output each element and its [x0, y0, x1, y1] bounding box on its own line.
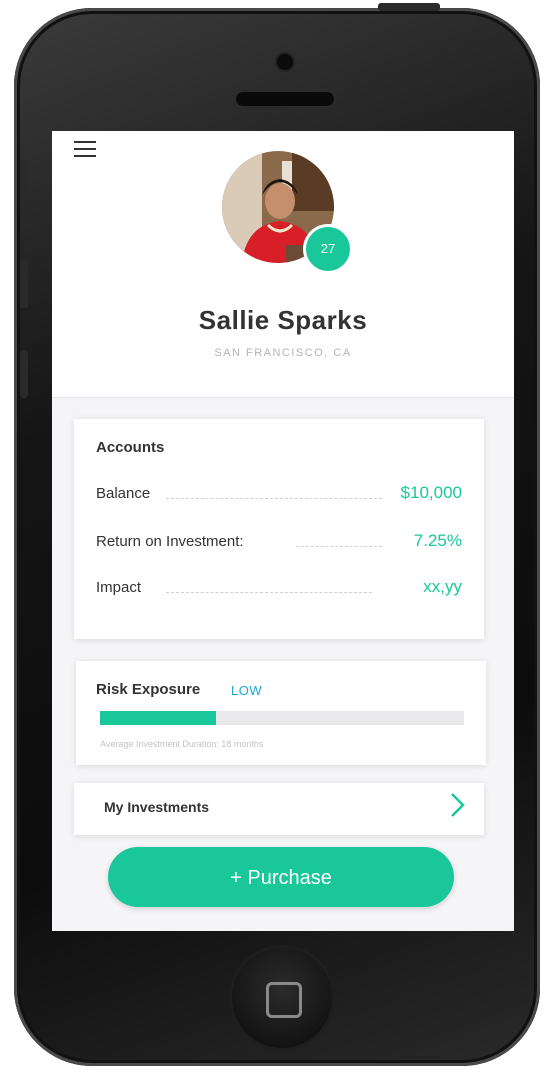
volume-up-button	[20, 260, 28, 308]
accounts-card: Accounts Balance $10,000 Return on Inves…	[74, 419, 484, 639]
volume-down-button	[20, 350, 28, 398]
impact-row: Impact xx,yy	[96, 577, 462, 603]
age-badge: 27	[306, 227, 350, 271]
hamburger-menu-icon[interactable]	[74, 141, 96, 159]
front-camera	[277, 54, 293, 70]
roi-row: Return on Investment: 7.25%	[96, 531, 462, 557]
impact-value: xx,yy	[417, 577, 462, 597]
risk-progress-fill	[100, 711, 217, 725]
balance-value: $10,000	[394, 483, 462, 503]
risk-progress-track	[100, 711, 464, 725]
chevron-right-icon[interactable]	[446, 791, 470, 819]
risk-title: Risk Exposure	[96, 681, 201, 698]
risk-level: LOW	[231, 683, 263, 698]
mute-switch	[20, 160, 28, 210]
profile-header: 27 Sallie Sparks SAN FRANCISCO, CA	[52, 131, 514, 398]
risk-caption: Average Investment Duration: 18 months	[100, 739, 264, 749]
leader-dots	[296, 546, 382, 547]
my-investments-label: My Investments	[104, 799, 210, 815]
leader-dots	[166, 498, 382, 499]
profile-location: SAN FRANCISCO, CA	[214, 347, 352, 359]
home-square-icon	[266, 982, 302, 1018]
balance-row: Balance $10,000	[96, 483, 462, 509]
earpiece-speaker	[236, 92, 334, 106]
power-button	[378, 3, 440, 11]
app-screen: 27 Sallie Sparks SAN FRANCISCO, CA Accou…	[52, 131, 514, 931]
home-button[interactable]	[232, 948, 332, 1048]
purchase-button[interactable]: + Purchase	[108, 847, 454, 907]
my-investments-row[interactable]: My Investments	[74, 783, 484, 835]
profile-name: Sallie Sparks	[198, 305, 368, 335]
risk-exposure-card: Risk Exposure LOW Average Investment Dur…	[76, 661, 486, 765]
balance-label: Balance	[96, 485, 157, 502]
accounts-title: Accounts	[96, 439, 165, 456]
leader-dots	[166, 592, 372, 593]
impact-label: Impact	[96, 579, 148, 596]
roi-label: Return on Investment:	[96, 533, 250, 550]
roi-value: 7.25%	[407, 531, 462, 551]
